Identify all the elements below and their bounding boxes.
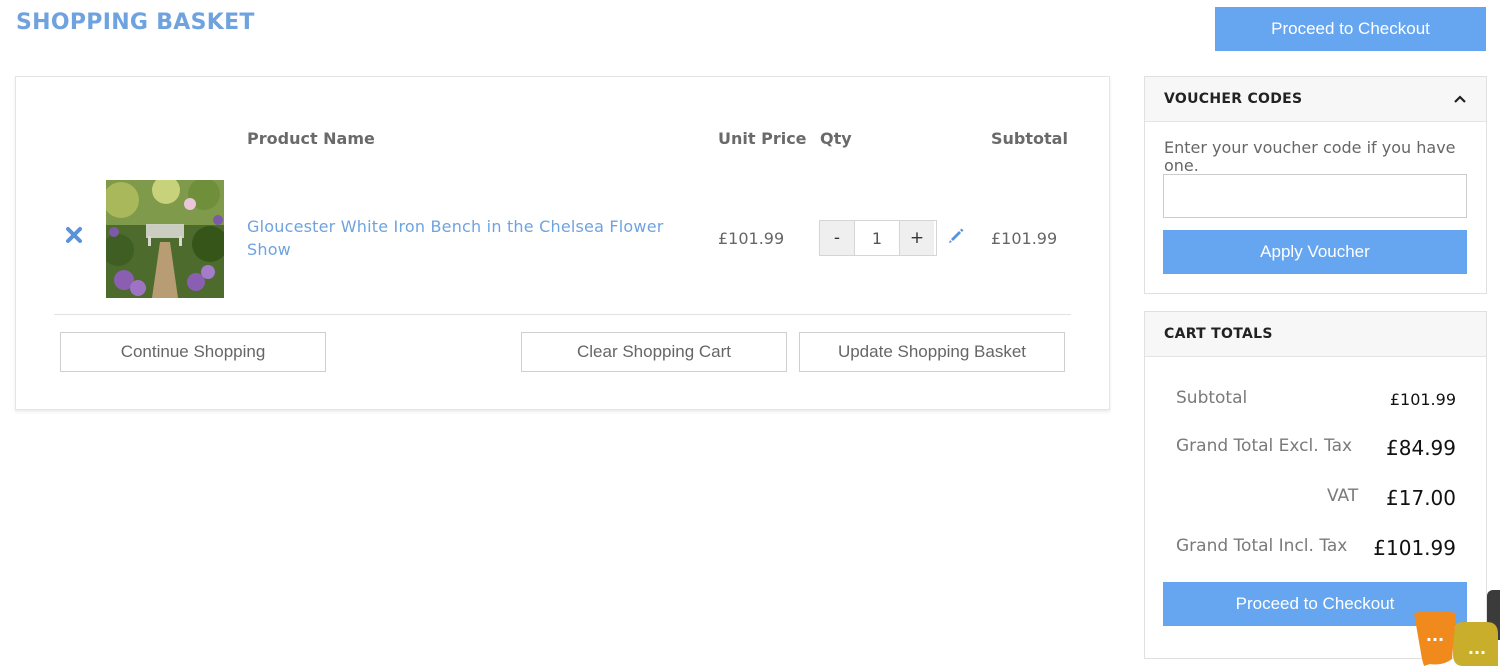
divider xyxy=(54,314,1071,315)
chat-bubble-primary[interactable]: ... xyxy=(1410,609,1460,671)
product-thumbnail[interactable] xyxy=(106,180,224,298)
voucher-codes-panel: VOUCHER CODES Enter your voucher code if… xyxy=(1144,76,1487,294)
unit-price: £101.99 xyxy=(718,229,785,248)
grand-total-incl-tax-label: Grand Total Incl. Tax xyxy=(1176,536,1348,556)
subtotal-label: Subtotal xyxy=(1176,388,1248,408)
apply-voucher-button[interactable]: Apply Voucher xyxy=(1163,230,1467,274)
chevron-up-icon[interactable] xyxy=(1453,94,1467,104)
vat-value: £17.00 xyxy=(1386,486,1456,510)
chat-bubble-icon: ... xyxy=(1414,611,1456,666)
qty-decrease-button[interactable]: - xyxy=(820,221,854,255)
column-header-subtotal: Subtotal xyxy=(991,129,1068,148)
quantity-stepper: - + xyxy=(819,220,937,256)
grand-total-excl-tax-value: £84.99 xyxy=(1386,436,1456,460)
column-header-qty: Qty xyxy=(820,129,852,148)
cart-totals-heading: CART TOTALS xyxy=(1164,326,1273,342)
grand-total-incl-tax-value: £101.99 xyxy=(1373,536,1456,560)
grand-total-excl-tax-label: Grand Total Excl. Tax xyxy=(1176,436,1353,456)
page-title: SHOPPING BASKET xyxy=(16,10,255,35)
product-name-link[interactable]: Gloucester White Iron Bench in the Chels… xyxy=(247,215,687,261)
clear-shopping-cart-button[interactable]: Clear Shopping Cart xyxy=(521,332,787,372)
proceed-to-checkout-button-top[interactable]: Proceed to Checkout xyxy=(1215,7,1486,51)
cart-totals-panel: CART TOTALS Subtotal £101.99 Grand Total… xyxy=(1144,311,1487,659)
chat-dots: ... xyxy=(1468,639,1486,658)
continue-shopping-button[interactable]: Continue Shopping xyxy=(60,332,326,372)
pencil-icon[interactable] xyxy=(948,228,964,244)
cart-table: Product Name Unit Price Qty Subtotal Glo… xyxy=(15,76,1110,410)
column-header-product-name: Product Name xyxy=(247,129,375,148)
qty-increase-button[interactable]: + xyxy=(900,221,934,255)
voucher-prompt: Enter your voucher code if you have one. xyxy=(1164,138,1456,175)
chat-dots: ... xyxy=(1426,626,1444,645)
vat-label: VAT xyxy=(1327,486,1359,506)
cart-totals-header: CART TOTALS xyxy=(1145,312,1486,357)
voucher-codes-header[interactable]: VOUCHER CODES xyxy=(1145,77,1486,122)
update-shopping-basket-button[interactable]: Update Shopping Basket xyxy=(799,332,1065,372)
column-header-unit-price: Unit Price xyxy=(718,129,807,148)
remove-item-icon[interactable] xyxy=(64,225,84,245)
quantity-input[interactable] xyxy=(854,221,900,255)
subtotal-value: £101.99 xyxy=(1389,390,1456,409)
voucher-codes-heading: VOUCHER CODES xyxy=(1164,91,1303,107)
row-subtotal: £101.99 xyxy=(991,229,1058,248)
voucher-code-input[interactable] xyxy=(1163,174,1467,218)
